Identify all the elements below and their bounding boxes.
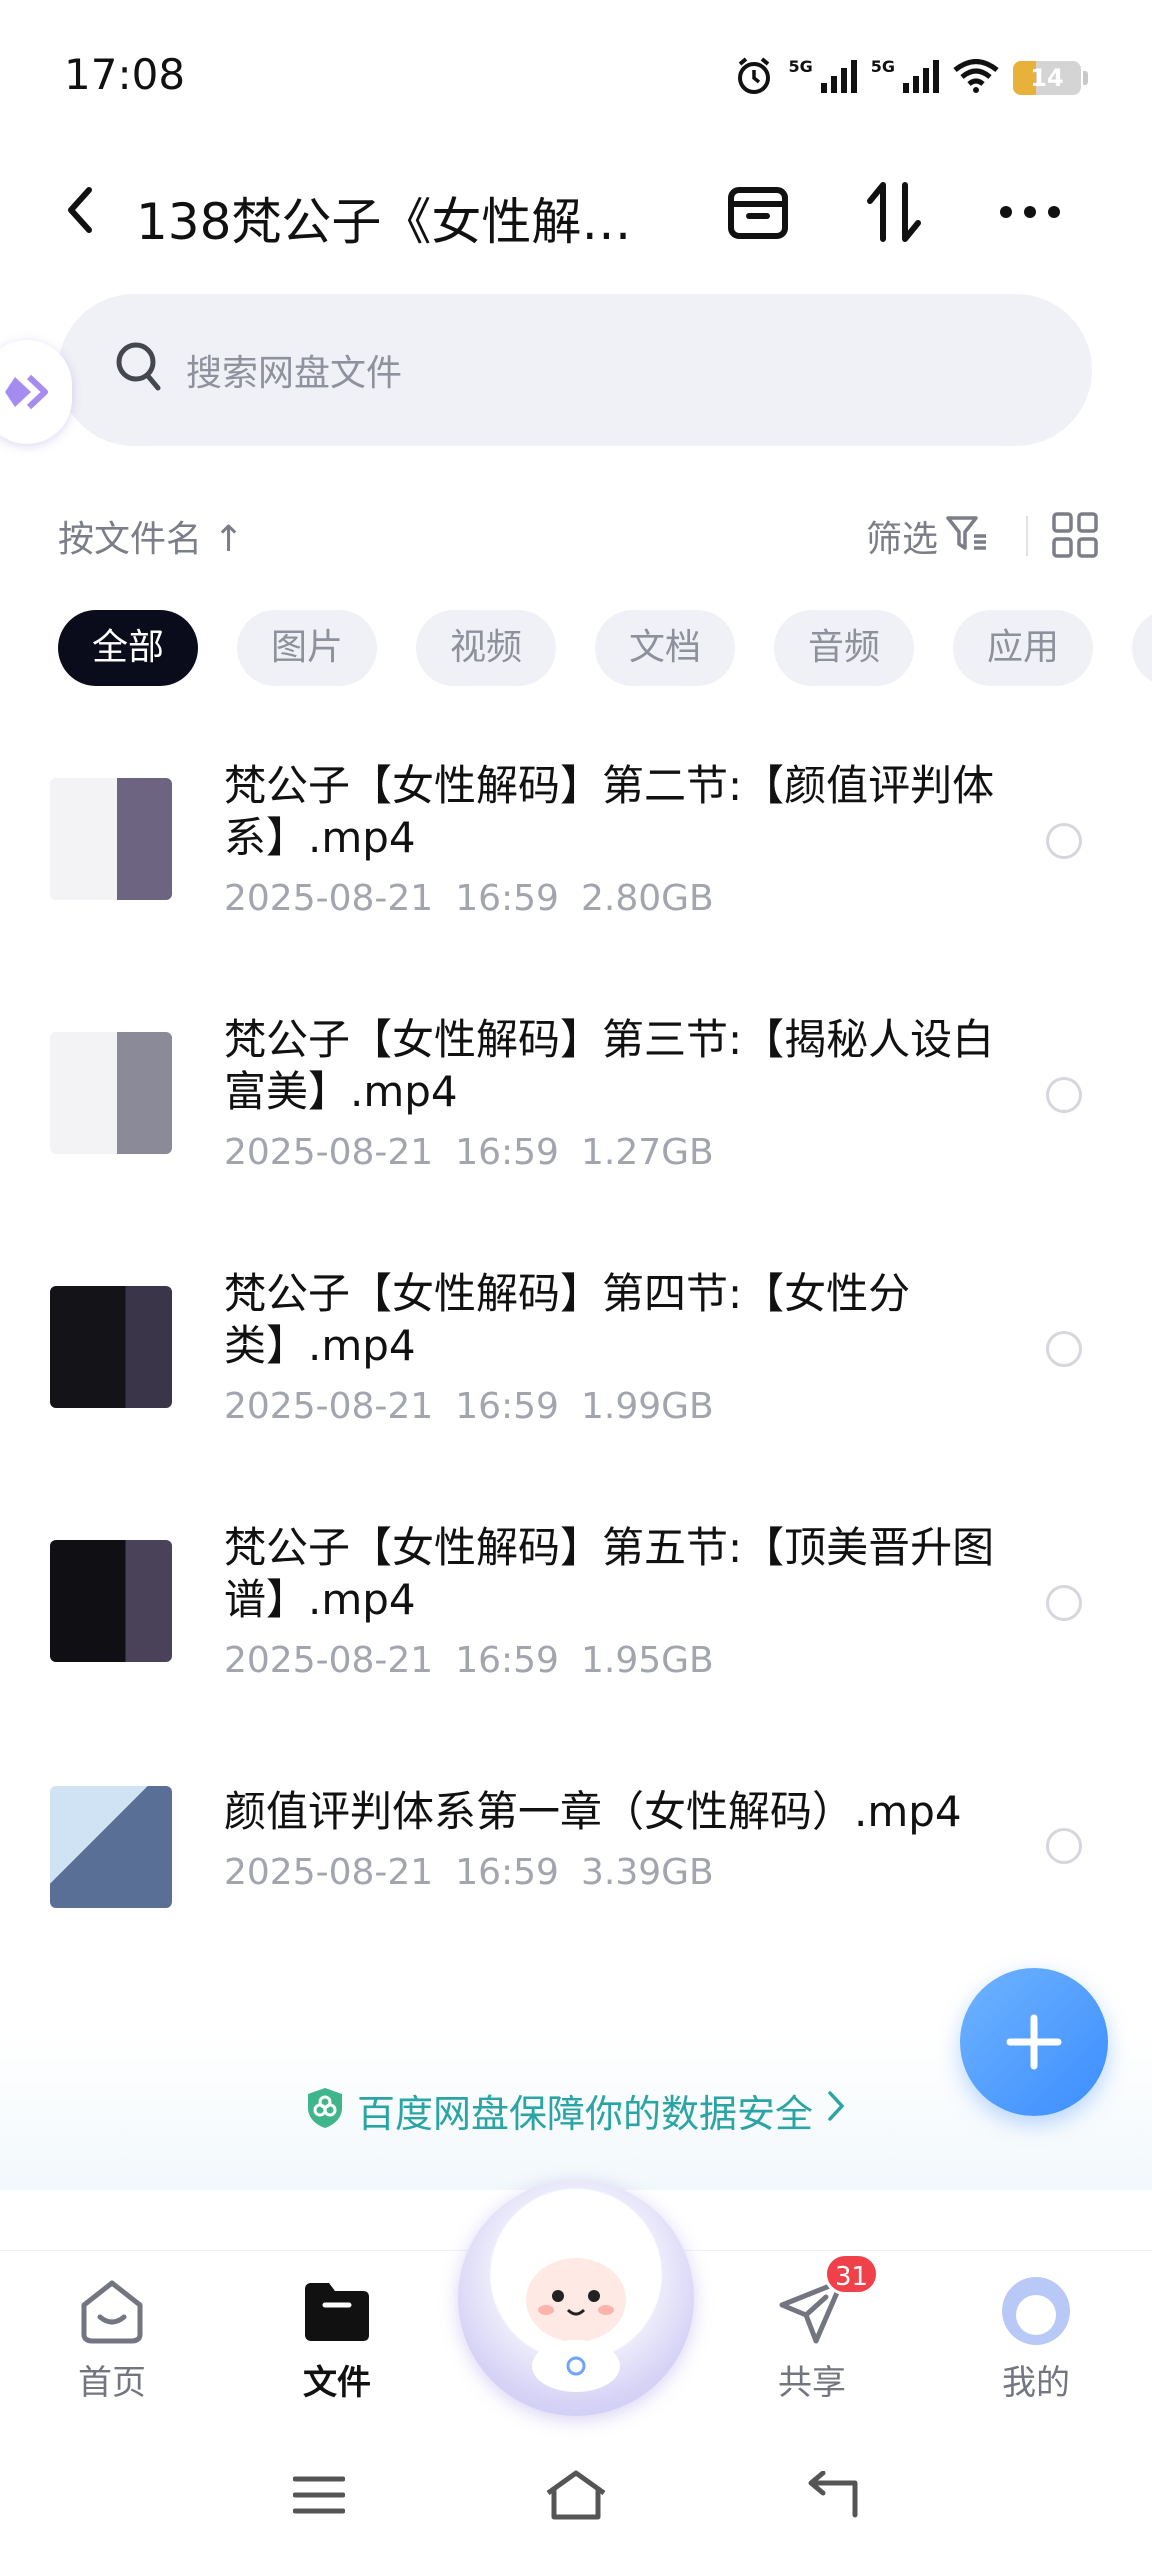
- chip-videos[interactable]: 视频: [416, 610, 556, 686]
- battery-icon: 14: [1013, 61, 1081, 95]
- filter-button[interactable]: 筛选: [866, 510, 938, 562]
- chevron-right-icon: [825, 2088, 847, 2132]
- shield-icon: [305, 2086, 345, 2134]
- file-row[interactable]: 颜值评判体系第一章（女性解码）.mp4 2025-08-21 16:59 3.39G…: [0, 1756, 1152, 2010]
- nav-share-label: 共享: [778, 2363, 846, 2403]
- wifi-icon: [953, 59, 999, 97]
- select-radio[interactable]: [1046, 823, 1082, 859]
- select-radio[interactable]: [1046, 1331, 1082, 1367]
- file-row[interactable]: 梵公子【女性解码】第二节:【颜值评判体系】.mp4 2025-08-21 16:5…: [0, 740, 1152, 994]
- grid-view-icon[interactable]: [1052, 512, 1098, 562]
- battery-level: 14: [1030, 64, 1064, 92]
- file-meta: 2025-08-21 16:59 3.39GB: [224, 1852, 714, 1893]
- search-input[interactable]: 搜索网盘文件: [58, 294, 1092, 446]
- chip-all[interactable]: 全部: [58, 610, 198, 686]
- chip-audio[interactable]: 音频: [774, 610, 914, 686]
- home-nav-icon[interactable]: [541, 2460, 611, 2530]
- header: 138梵公子《女性解…: [0, 160, 1152, 260]
- nav-me-label: 我的: [1002, 2363, 1070, 2403]
- back-button[interactable]: [50, 180, 110, 240]
- file-meta: 2025-08-21 16:59 1.95GB: [224, 1640, 714, 1681]
- divider: [1026, 516, 1028, 556]
- file-name: 梵公子【女性解码】第二节:【颜值评判体系】.mp4: [224, 761, 995, 862]
- mascot-icon: [514, 2234, 638, 2392]
- file-name: 梵公子【女性解码】第四节:【女性分类】.mp4: [224, 1269, 911, 1370]
- nav-me[interactable]: 我的: [956, 2273, 1116, 2404]
- nav-files-label: 文件: [303, 2363, 371, 2403]
- file-meta: 2025-08-21 16:59 1.99GB: [224, 1386, 714, 1427]
- plus-icon: [1006, 2014, 1062, 2070]
- file-row[interactable]: 梵公子【女性解码】第四节:【女性分类】.mp4 2025-08-21 16:59 1…: [0, 1248, 1152, 1502]
- video-thumbnail: [50, 778, 172, 900]
- box-icon[interactable]: [726, 180, 790, 244]
- send-icon: 31: [774, 2253, 880, 2349]
- category-chips: 全部 图片 视频 文档 音频 应用: [58, 610, 1152, 686]
- add-button[interactable]: [960, 1968, 1108, 2116]
- signal-label-2: 5G: [870, 56, 895, 76]
- assistant-float-icon[interactable]: [0, 340, 72, 444]
- mascot-button[interactable]: [458, 2180, 694, 2416]
- sort-row: 按文件名 ↑ 筛选: [58, 510, 1098, 570]
- status-icons: 5G 5G 14: [734, 56, 1088, 100]
- file-meta: 2025-08-21 16:59 2.80GB: [224, 878, 714, 919]
- chip-images[interactable]: 图片: [237, 610, 377, 686]
- back-nav-icon[interactable]: [798, 2460, 868, 2530]
- file-row[interactable]: 梵公子【女性解码】第三节:【揭秘人设白富美】.mp4 2025-08-21 16:…: [0, 994, 1152, 1248]
- file-meta: 2025-08-21 16:59 1.27GB: [224, 1132, 714, 1173]
- more-icon[interactable]: [998, 180, 1062, 244]
- select-radio[interactable]: [1046, 1585, 1082, 1621]
- signal-icon: [903, 59, 939, 97]
- share-badge: 31: [824, 2253, 880, 2295]
- chip-apps[interactable]: 应用: [953, 610, 1093, 686]
- video-thumbnail: [50, 1286, 172, 1408]
- sort-by-name-button[interactable]: 按文件名 ↑: [58, 510, 244, 562]
- file-name: 梵公子【女性解码】第五节:【顶美晋升图谱】.mp4: [224, 1523, 995, 1624]
- signal-label-1: 5G: [788, 56, 813, 76]
- avatar: [998, 2273, 1074, 2349]
- sort-arrows-icon[interactable]: [862, 180, 926, 244]
- select-radio[interactable]: [1046, 1077, 1082, 1113]
- home-icon: [74, 2273, 150, 2349]
- chip-documents[interactable]: 文档: [595, 610, 735, 686]
- select-radio[interactable]: [1046, 1828, 1082, 1864]
- page-title: 138梵公子《女性解…: [136, 193, 632, 251]
- search-placeholder: 搜索网盘文件: [186, 353, 403, 394]
- video-thumbnail: [50, 1540, 172, 1662]
- nav-share[interactable]: 31 共享: [732, 2253, 892, 2404]
- status-bar: 17:08 5G 5G 14: [0, 0, 1152, 150]
- signal-icon: [820, 59, 857, 97]
- file-row[interactable]: 梵公子【女性解码】第五节:【顶美晋升图谱】.mp4 2025-08-21 16:5…: [0, 1502, 1152, 1756]
- folder-icon: [299, 2273, 375, 2349]
- nav-files[interactable]: 文件: [257, 2273, 417, 2404]
- file-list: 梵公子【女性解码】第二节:【颜值评判体系】.mp4 2025-08-21 16:5…: [0, 740, 1152, 2010]
- menu-icon[interactable]: [284, 2460, 354, 2530]
- video-thumbnail: [50, 1786, 172, 1908]
- nav-home-label: 首页: [78, 2363, 146, 2403]
- alarm-icon: [734, 56, 774, 100]
- search-icon: [114, 340, 166, 400]
- file-name: 梵公子【女性解码】第三节:【揭秘人设白富美】.mp4: [224, 1015, 995, 1116]
- chip-more[interactable]: [1132, 610, 1152, 686]
- status-time: 17:08: [64, 50, 186, 99]
- video-thumbnail: [50, 1032, 172, 1154]
- system-nav-bar: [0, 2430, 1152, 2560]
- banner-text: 百度网盘保障你的数据安全: [356, 2091, 813, 2136]
- filter-icon[interactable]: [946, 514, 988, 558]
- nav-home[interactable]: 首页: [32, 2273, 192, 2404]
- file-name: 颜值评判体系第一章（女性解码）.mp4: [224, 1787, 962, 1836]
